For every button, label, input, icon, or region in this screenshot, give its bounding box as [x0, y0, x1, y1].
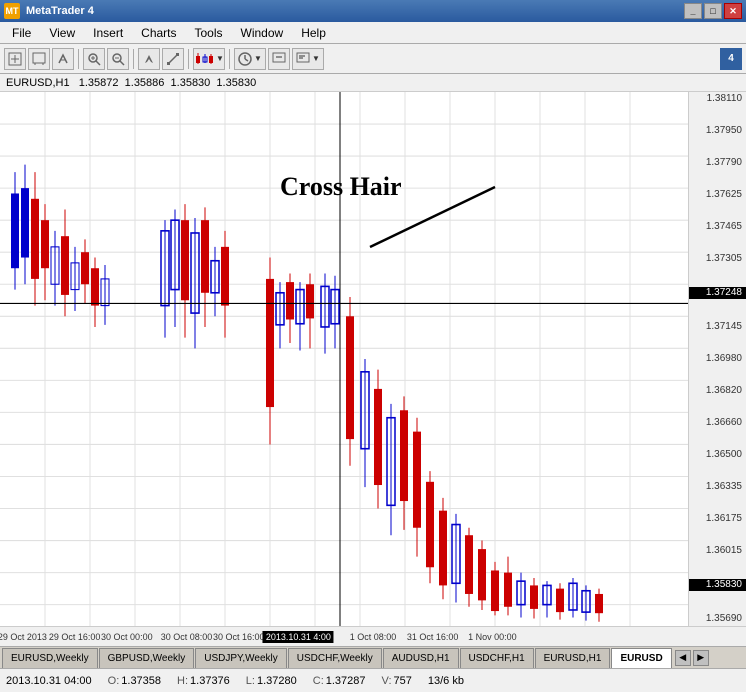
price-1.37465: 1.37465: [689, 222, 746, 232]
menu-bar: File View Insert Charts Tools Window Hel…: [0, 22, 746, 44]
status-bar: 2013.10.31 04:00 O: 1.37358 H: 1.37376 L…: [0, 668, 746, 692]
tab-usdjpy-weekly[interactable]: USDJPY,Weekly: [195, 648, 287, 668]
toolbar-period-btn[interactable]: ▼: [234, 48, 266, 70]
time-axis: 29 Oct 2013 29 Oct 16:00 30 Oct 00:00 30…: [0, 626, 746, 646]
time-label-9: 1 Nov 00:00: [468, 632, 517, 642]
title-bar-controls: _ □ ✕: [684, 3, 742, 19]
toolbar-btn-1[interactable]: [4, 48, 26, 70]
tab-next-btn[interactable]: ▶: [693, 650, 709, 666]
menu-window[interactable]: Window: [233, 23, 292, 43]
chart-container: EURUSD,H1 1.35872 1.35886 1.35830 1.3583…: [0, 74, 746, 646]
toolbar-candle-btn[interactable]: ▼: [193, 48, 225, 70]
status-close: C: 1.37287: [313, 675, 366, 687]
toolbar-btn-arrow[interactable]: [138, 48, 160, 70]
price-1.37950: 1.37950: [689, 126, 746, 136]
menu-view[interactable]: View: [41, 23, 83, 43]
title-bar: MT MetaTrader 4 _ □ ✕: [0, 0, 746, 22]
tab-gbpusd-weekly[interactable]: GBPUSD,Weekly: [99, 648, 195, 668]
maximize-button[interactable]: □: [704, 3, 722, 19]
time-label-1: 29 Oct 2013: [0, 632, 47, 642]
tab-audusd-h1[interactable]: AUDUSD,H1: [383, 648, 459, 668]
tab-usdchf-h1[interactable]: USDCHF,H1: [460, 648, 534, 668]
time-label-4: 30 Oct 08:00: [161, 632, 213, 642]
status-datetime: 2013.10.31 04:00: [6, 675, 92, 687]
time-label-3: 30 Oct 00:00: [101, 632, 153, 642]
toolbar-sep-2: [133, 49, 134, 69]
price-1.38110: 1.38110: [689, 94, 746, 104]
toolbar-sep-1: [78, 49, 79, 69]
toolbar-btn-3[interactable]: [52, 48, 74, 70]
price-1.37248-highlighted: 1.37248: [689, 287, 746, 299]
price-scale: 1.38110 1.37950 1.37790 1.37625 1.37465 …: [688, 92, 746, 626]
time-label-5: 30 Oct 16:00: [213, 632, 265, 642]
price-1.37305: 1.37305: [689, 254, 746, 264]
price-1.35690: 1.35690: [689, 614, 746, 624]
status-volume: V: 757: [382, 675, 412, 687]
status-open: O: 1.37358: [108, 675, 161, 687]
tab-prev-btn[interactable]: ◀: [675, 650, 691, 666]
menu-file[interactable]: File: [4, 23, 39, 43]
price-1.36980: 1.36980: [689, 354, 746, 364]
price-1.35830-highlighted: 1.35830: [689, 579, 746, 591]
minimize-button[interactable]: _: [684, 3, 702, 19]
price-1.36175: 1.36175: [689, 514, 746, 524]
price-1.36500: 1.36500: [689, 450, 746, 460]
toolbar: ▼ ▼ ▼ 4: [0, 44, 746, 74]
chart-svg: [0, 92, 688, 626]
toolbar-sep-3: [188, 49, 189, 69]
price-1.37145: 1.37145: [689, 322, 746, 332]
toolbar-sep-4: [229, 49, 230, 69]
toolbar-btn-line[interactable]: [162, 48, 184, 70]
price-1.37625: 1.37625: [689, 190, 746, 200]
toolbar-btn-template2[interactable]: ▼: [292, 48, 324, 70]
tab-usdchf-weekly[interactable]: USDCHF,Weekly: [288, 648, 382, 668]
price-1.36335: 1.36335: [689, 482, 746, 492]
toolbar-zoom-in[interactable]: [83, 48, 105, 70]
time-label-7: 1 Oct 08:00: [350, 632, 397, 642]
chart-symbol: EURUSD,H1 1.35872 1.35886 1.35830 1.3583…: [6, 77, 256, 89]
tab-bar: EURUSD,Weekly GBPUSD,Weekly USDJPY,Weekl…: [0, 646, 746, 668]
title-bar-left: MT MetaTrader 4: [4, 3, 94, 19]
menu-tools[interactable]: Tools: [187, 23, 231, 43]
menu-help[interactable]: Help: [293, 23, 334, 43]
time-label-8: 31 Oct 16:00: [407, 632, 459, 642]
price-1.36660: 1.36660: [689, 418, 746, 428]
title-text: MetaTrader 4: [26, 5, 94, 17]
status-size: 13/6 kb: [428, 675, 464, 687]
menu-charts[interactable]: Charts: [133, 23, 184, 43]
chart-info-bar: EURUSD,H1 1.35872 1.35886 1.35830 1.3583…: [0, 74, 746, 92]
app-icon: MT: [4, 3, 20, 19]
toolbar-btn-template1[interactable]: [268, 48, 290, 70]
chart-canvas[interactable]: Cross Hair: [0, 92, 688, 626]
price-1.37790: 1.37790: [689, 158, 746, 168]
tab-eurusd-weekly[interactable]: EURUSD,Weekly: [2, 648, 98, 668]
price-1.36015: 1.36015: [689, 546, 746, 556]
toolbar-btn-2[interactable]: [28, 48, 50, 70]
toolbar-corner: 4: [720, 48, 742, 70]
close-button[interactable]: ✕: [724, 3, 742, 19]
status-low: L: 1.37280: [246, 675, 297, 687]
chart-body: Cross Hair 1.38110 1.37950 1.37790 1.376…: [0, 92, 746, 626]
tab-eurusd-h1[interactable]: EURUSD,H1: [535, 648, 611, 668]
status-high: H: 1.37376: [177, 675, 230, 687]
time-label-crosshair: 2013.10.31 4:00: [263, 631, 334, 643]
toolbar-zoom-out[interactable]: [107, 48, 129, 70]
time-label-2: 29 Oct 16:00: [49, 632, 101, 642]
tab-eurusd-active[interactable]: EURUSD: [611, 648, 671, 668]
menu-insert[interactable]: Insert: [85, 23, 131, 43]
price-1.36820: 1.36820: [689, 386, 746, 396]
